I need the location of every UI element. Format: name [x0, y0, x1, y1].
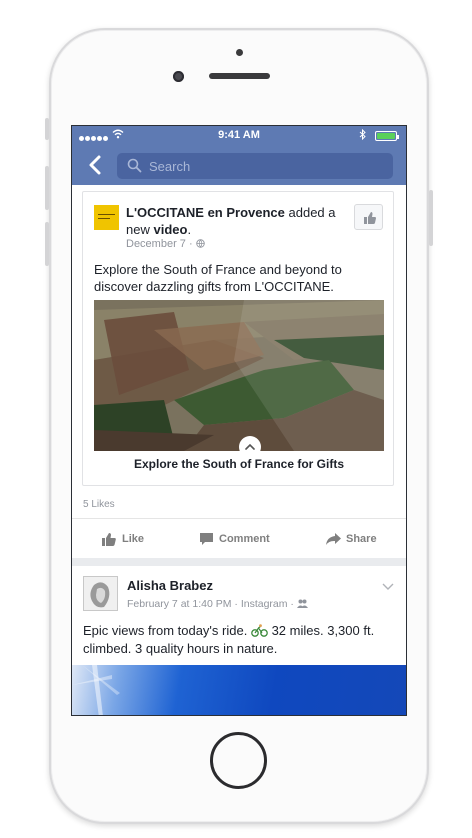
thumbs-up-icon — [364, 212, 376, 224]
bluetooth-icon — [359, 128, 366, 143]
search-bar[interactable] — [117, 153, 393, 179]
post-body-text: Explore the South of France and beyond t… — [94, 262, 342, 294]
facebook-header: 9:41 AM — [72, 126, 406, 185]
post-body-text: Epic views from today's ride. 32 miles. … — [83, 623, 375, 656]
earpiece-speaker — [209, 73, 270, 79]
globe-icon — [195, 239, 205, 248]
back-button[interactable] — [84, 153, 106, 177]
cycling-emoji-icon — [251, 624, 268, 637]
share-icon — [326, 533, 341, 545]
like-page-button[interactable] — [354, 204, 383, 230]
chevron-down-icon[interactable] — [382, 583, 394, 591]
post-photo[interactable] — [72, 665, 406, 715]
post-meta: February 7 at 1:40 PM · Instagram · — [127, 598, 308, 610]
proximity-sensor — [236, 49, 243, 56]
feed-post-friend: Alisha Brabez February 7 at 1:40 PM · In… — [72, 566, 406, 715]
volume-down-button — [45, 222, 49, 266]
post-date[interactable]: December 7 — [126, 238, 186, 250]
chevron-left-icon — [89, 155, 101, 175]
search-input[interactable] — [149, 157, 379, 175]
mute-switch — [45, 118, 49, 140]
page-logo[interactable] — [94, 205, 119, 230]
thumbs-up-icon — [102, 533, 116, 546]
search-icon — [127, 158, 142, 173]
home-button[interactable] — [210, 732, 267, 789]
front-camera — [173, 71, 184, 82]
video-thumbnail[interactable] — [94, 300, 384, 451]
post-timestamp[interactable]: February 7 at 1:40 PM — [127, 598, 231, 610]
likes-count[interactable]: 5 Likes — [83, 499, 115, 510]
like-button[interactable]: Like — [102, 519, 172, 559]
link-caption[interactable]: Explore the South of France for Gifts — [94, 451, 384, 478]
status-time: 9:41 AM — [218, 129, 260, 141]
phone-screen: 9:41 AM L'OCCITANE en Provence added a n… — [71, 125, 407, 716]
post-headline: L'OCCITANE en Provence added a new video… — [126, 205, 336, 237]
author-name[interactable]: Alisha Brabez — [127, 578, 213, 593]
shared-post-box: L'OCCITANE en Provence added a new video… — [82, 191, 394, 486]
friends-audience-icon — [296, 599, 308, 608]
post-meta: December 7 · — [126, 238, 205, 250]
comment-button[interactable]: Comment — [199, 519, 289, 559]
page-name-link[interactable]: L'OCCITANE en Provence — [126, 205, 285, 220]
status-bar: 9:41 AM — [72, 126, 406, 146]
volume-up-button — [45, 166, 49, 210]
battery-icon — [375, 131, 399, 141]
power-button — [429, 190, 433, 246]
post-action-bar: Like Comment Share — [72, 518, 406, 558]
expand-video-button[interactable] — [239, 436, 261, 451]
avatar[interactable] — [83, 576, 118, 611]
share-button[interactable]: Share — [326, 519, 396, 559]
comment-icon — [200, 533, 213, 545]
feed-post-sponsored: L'OCCITANE en Provence added a new video… — [72, 185, 406, 558]
post-action-object[interactable]: video — [153, 222, 187, 237]
chevron-up-icon — [245, 443, 255, 450]
post-source[interactable]: Instagram — [241, 598, 288, 610]
